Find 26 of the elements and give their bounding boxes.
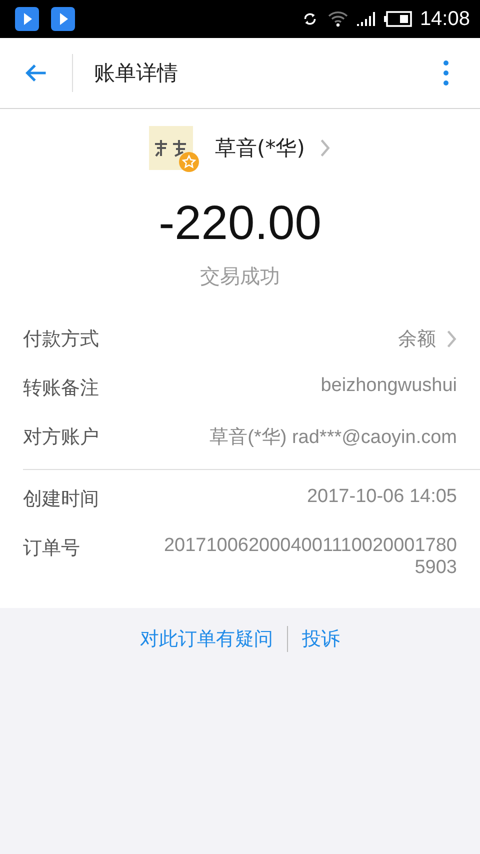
detail-value: 20171006200040011100200017805903 — [162, 535, 457, 579]
detail-value: 2017-10-06 14:05 — [306, 486, 457, 508]
footer-link[interactable]: 投诉 — [288, 626, 354, 652]
transaction-status: 交易成功 — [199, 263, 281, 290]
detail-value: 草音(*华) rad***@caoyin.com — [210, 426, 457, 450]
detail-value: 余额 — [398, 328, 436, 352]
chevron-right-icon[interactable] — [318, 138, 331, 158]
footer-link[interactable]: 对此订单有疑问 — [126, 626, 287, 652]
page-title: 账单详情 — [94, 60, 179, 87]
play-icon[interactable] — [15, 7, 39, 31]
clock-time: 14:08 — [420, 8, 470, 30]
detail-label: 创建时间 — [23, 487, 99, 512]
chevron-right-icon[interactable] — [446, 329, 457, 349]
more-options-icon[interactable] — [443, 60, 449, 86]
detail-value: beizhongwushui — [320, 375, 457, 397]
amount-value: -220.00 — [158, 196, 322, 251]
play-icon[interactable] — [51, 7, 75, 31]
payee-name[interactable]: 草音(*华) — [215, 134, 305, 162]
wifi-icon — [328, 11, 348, 27]
signal-icon — [356, 11, 376, 27]
detail-label: 转账备注 — [23, 376, 99, 401]
detail-label: 订单号 — [23, 536, 80, 561]
detail-label: 对方账户 — [23, 425, 99, 450]
star-badge-icon — [179, 152, 200, 172]
detail-label: 付款方式 — [23, 327, 99, 352]
battery-icon — [384, 11, 412, 27]
